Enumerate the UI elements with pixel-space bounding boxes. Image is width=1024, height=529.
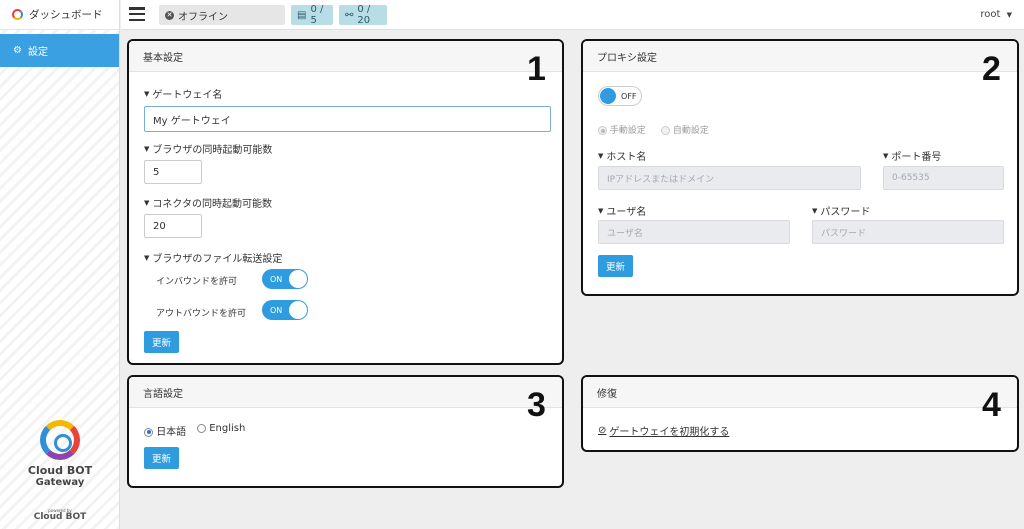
offline-icon: ✕ [165,10,174,20]
proxy-mode-auto[interactable]: 自動設定 [661,123,709,136]
powered-by: powered by Cloud BOT [0,508,120,522]
dashboard-label: ダッシュボード [29,9,103,21]
outbound-label: アウトバウンドを許可 [156,309,247,319]
reset-gateway-link[interactable]: ⊘ ゲートウェイを初期化する [598,423,729,438]
basic-settings-card: 基本設定 1 ▼ ゲートウェイ名 My ゲートウェイ ▼ ブラウザの同時起動可能数 … [127,39,564,365]
proxy-mode-manual[interactable]: 手動設定 [598,123,646,136]
powered-by-brand: Cloud BOT [33,512,87,522]
card-number: 2 [982,50,1001,88]
browser-limit-input[interactable]: 5 [144,160,202,184]
gear-icon: ⚙ [13,45,22,56]
menu-toggle-icon[interactable] [129,7,145,21]
inbound-toggle[interactable]: ON [262,269,308,289]
browser-limit-label: ▼ ブラウザの同時起動可能数 [144,144,273,157]
ban-icon: ⊘ [598,425,607,436]
basic-update-button[interactable]: 更新 [144,331,179,353]
host-label: ▼ ホスト名 [598,151,647,164]
browser-count-badge: ▤ 0 / 5 [291,4,333,26]
dashboard-icon [12,9,23,20]
language-update-button[interactable]: 更新 [144,447,179,469]
port-label: ▼ ポート番号 [883,151,942,164]
connector-limit-input[interactable]: 20 [144,214,202,238]
outbound-toggle[interactable]: ON [262,300,308,320]
username-label: ▼ ユーザ名 [598,206,647,219]
reset-gateway-label: ゲートウェイを初期化する [609,427,730,438]
card-title: 基本設定 [129,41,562,72]
file-transfer-label: ▼ ブラウザのファイル転送設定 [144,253,283,266]
connector-limit-label: ▼ コネクタの同時起動可能数 [144,198,272,211]
gateway-name-input[interactable]: My ゲートウェイ [144,106,551,132]
connector-icon: ⚯ [345,9,354,21]
port-input[interactable]: 0-65535 [883,166,1004,190]
status-badge: ✕ オフライン [159,5,285,25]
browser-icon: ▤ [297,9,307,21]
sidebar-item-settings[interactable]: ⚙ 設定 [0,34,119,67]
language-settings-card: 言語設定 3 日本語 English 更新 [127,375,564,488]
gateway-name-label: ▼ ゲートウェイ名 [144,89,223,102]
card-title: プロキシ設定 [583,41,1017,72]
chevron-down-icon: ▼ [1006,11,1012,19]
inbound-label: インバウンドを許可 [156,277,238,287]
card-number: 4 [982,386,1001,424]
card-title: 言語設定 [129,377,562,408]
topbar: ✕ オフライン ▤ 0 / 5 ⚯ 0 / 20 root ▼ [121,0,1024,30]
status-text: オフライン [178,11,228,23]
user-name: root [980,9,1001,20]
connector-count: 0 / 20 [357,4,371,26]
language-ja-radio[interactable]: 日本語 [144,423,186,438]
dashboard-link[interactable]: ダッシュボード [0,0,119,30]
card-number: 1 [527,50,546,88]
proxy-toggle[interactable]: OFF [598,86,642,106]
repair-card: 修復 4 ⊘ ゲートウェイを初期化する [581,375,1019,452]
user-menu[interactable]: root ▼ [980,9,1012,20]
sidebar-item-label: 設定 [27,47,48,58]
username-input[interactable]: ユーザ名 [598,220,790,244]
logo-line2: Gateway [35,477,85,488]
connector-count-badge: ⚯ 0 / 20 [339,4,387,26]
card-title: 修復 [583,377,1017,408]
password-input[interactable]: パスワード [812,220,1004,244]
card-number: 3 [527,386,546,424]
language-en-radio[interactable]: English [197,423,245,434]
browser-count: 0 / 5 [310,4,324,26]
logo-mark-icon [40,420,80,460]
password-label: ▼ パスワード [812,206,871,219]
cloud-bot-gateway-logo: Cloud BOT Gateway [0,420,120,489]
proxy-update-button[interactable]: 更新 [598,255,633,277]
proxy-settings-card: プロキシ設定 2 OFF 手動設定 自動設定 ▼ ホスト名 IPアドレスまたはドメ… [581,39,1019,296]
host-input[interactable]: IPアドレスまたはドメイン [598,166,861,190]
sidebar: ダッシュボード ⚙ 設定 Cloud BOT Gateway powered b… [0,0,120,529]
logo-line1: Cloud BOT [27,464,93,477]
